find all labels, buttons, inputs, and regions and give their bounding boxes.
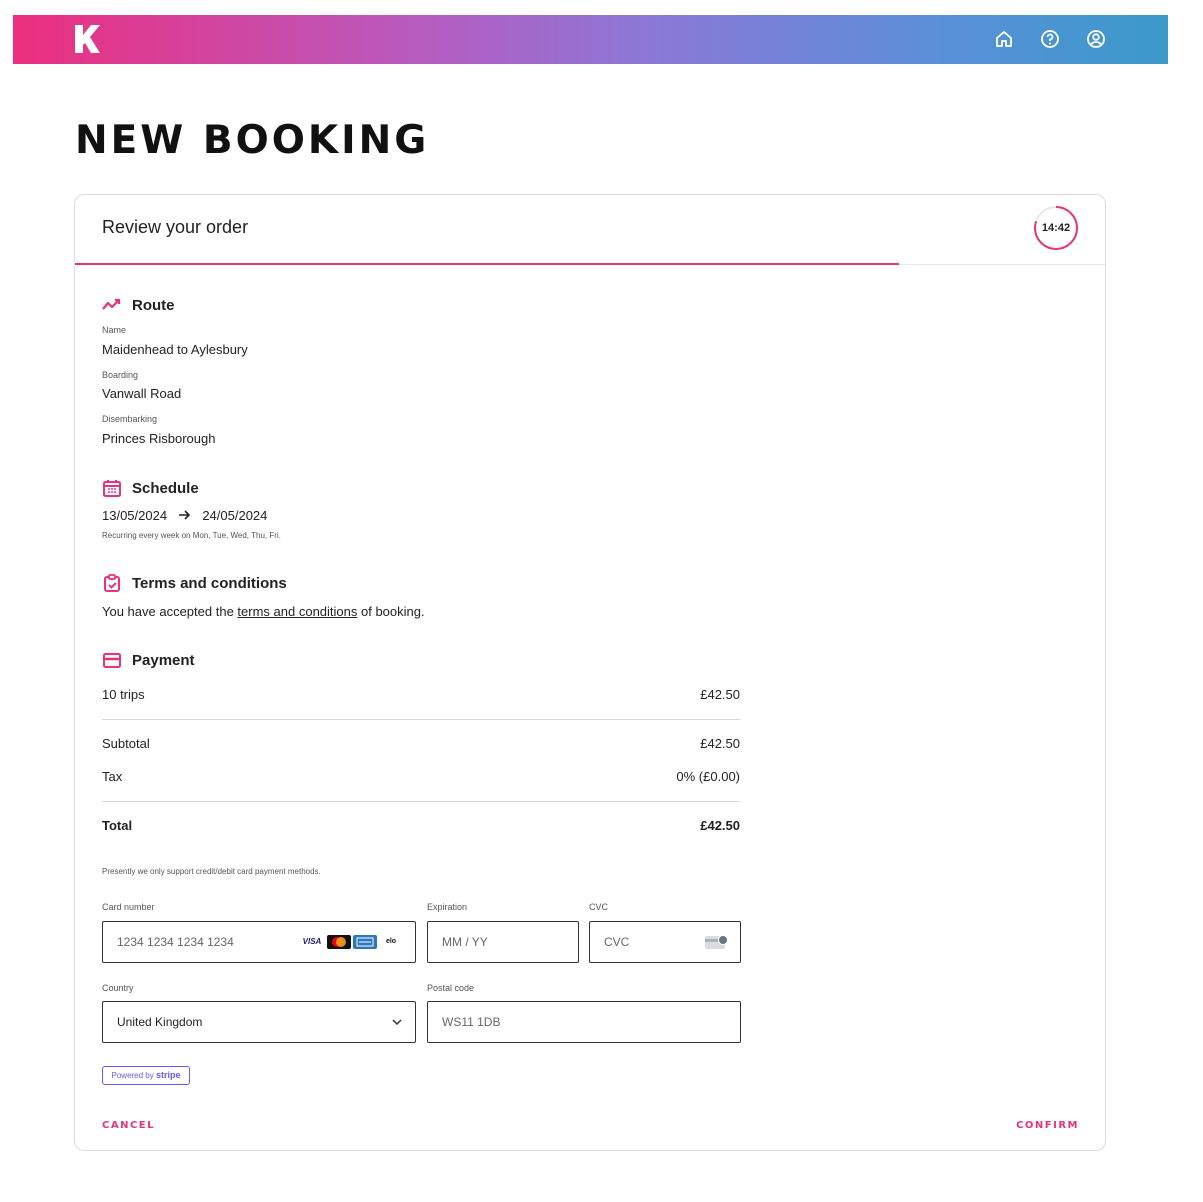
visa-icon: VISA [302,937,322,946]
disembarking-label: Disembarking [102,414,158,424]
card-brands: VISA elo [299,935,403,949]
terms-title: Terms and conditions [132,574,287,592]
route-icon [102,298,121,310]
terms-prefix: You have accepted the [102,604,238,619]
expiration-input[interactable]: MM / YY [427,921,579,963]
tax-label: Tax [102,769,123,784]
k-logo-icon[interactable] [73,23,101,55]
amex-icon [353,935,377,949]
cvc-input[interactable]: CVC [589,921,741,963]
calendar-icon [103,480,121,497]
terms-suffix: of booking. [357,604,425,619]
tax-row: Tax 0% (£0.00) [102,769,740,784]
payment-note: Presently we only support credit/debit c… [102,867,321,876]
arrow-right-icon [178,508,191,523]
elo-icon: elo [385,938,397,945]
time-remaining-bar [75,263,899,265]
route-title: Route [132,296,175,314]
subtotal-row: Subtotal £42.50 [102,736,740,751]
country-label: Country [102,983,134,993]
card-header: Review your order 14:42 [75,195,1105,265]
chevron-down-icon [391,1016,403,1031]
line-item-label: 10 trips [102,687,145,702]
schedule-end-date: 24/05/2024 [202,508,268,523]
home-icon[interactable] [992,27,1016,51]
schedule-dates: 13/05/2024 24/05/2024 [102,508,267,523]
expiration-label: Expiration [427,902,468,912]
confirm-button[interactable]: CONFIRM [1016,1120,1079,1131]
card-number-input[interactable]: 1234 1234 1234 1234 VISA elo [102,921,416,963]
schedule-section-title: Schedule [102,478,199,498]
postal-code-input[interactable]: WS11 1DB [427,1001,741,1043]
schedule-title: Schedule [132,479,199,497]
payment-title: Payment [132,651,195,669]
account-icon[interactable] [1084,27,1108,51]
disembarking-value: Princes Risborough [102,431,216,446]
boarding-value: Vanwall Road [102,386,182,401]
cvc-label: CVC [589,902,609,912]
expiration-placeholder: MM / YY [442,935,488,949]
divider [102,719,740,720]
order-review-card: Review your order 14:42 Route Name Maide… [74,194,1106,1151]
total-label: Total [102,818,133,833]
timer-label: 14:42 [1041,222,1071,234]
route-section-title: Route [102,295,175,315]
subtotal-label: Subtotal [102,736,150,751]
stripe-logo: stripe [155,1070,181,1080]
page-title: NEW BOOKING [75,118,430,163]
line-item-row: 10 trips £42.50 [102,687,740,702]
route-name-value: Maidenhead to Aylesbury [102,342,248,357]
country-select[interactable]: United Kingdom [102,1001,416,1043]
cvc-card-icon [704,934,728,953]
card-number-placeholder: 1234 1234 1234 1234 [117,935,234,949]
tax-amount: 0% (£0.00) [676,769,740,784]
country-value: United Kingdom [117,1015,203,1029]
clipboard-check-icon [104,574,120,592]
powered-by-stripe-badge[interactable]: Powered by stripe [102,1066,190,1085]
total-amount: £42.50 [700,818,740,833]
recurrence-text: Recurring every week on Mon, Tue, Wed, T… [102,531,281,540]
subtotal-amount: £42.50 [700,736,740,751]
cvc-placeholder: CVC [604,935,630,949]
postal-code-label: Postal code [427,983,475,993]
countdown-timer: 14:42 [1033,205,1079,251]
terms-section-title: Terms and conditions [102,573,287,593]
terms-text: You have accepted the terms and conditio… [102,604,425,619]
route-name-label: Name [102,325,127,335]
terms-link[interactable]: terms and conditions [237,604,357,619]
divider [102,801,740,802]
line-item-amount: £42.50 [700,687,740,702]
payment-section-title: Payment [102,650,195,670]
schedule-start-date: 13/05/2024 [102,508,168,523]
credit-card-icon [103,653,121,668]
card-title: Review your order [102,217,249,237]
help-icon[interactable] [1038,27,1062,51]
cancel-button[interactable]: CANCEL [102,1120,155,1131]
powered-by-text: Powered by [111,1071,154,1080]
boarding-label: Boarding [102,370,139,380]
card-number-label: Card number [102,902,155,912]
total-row: Total £42.50 [102,818,740,833]
top-navigation-bar [13,15,1168,64]
postal-code-value: WS11 1DB [442,1015,501,1029]
mastercard-icon [327,935,351,949]
